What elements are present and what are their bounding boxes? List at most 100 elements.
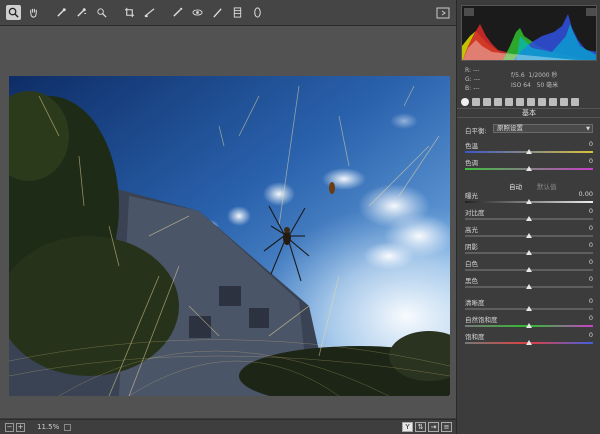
iso-value: ISO 64 — [511, 82, 531, 89]
slider-value[interactable]: 0 — [569, 314, 593, 322]
slider-value[interactable]: 0 — [569, 297, 593, 305]
auto-button[interactable]: 自动 — [509, 181, 522, 191]
graduated-filter-icon[interactable] — [230, 5, 245, 20]
slider-thumb[interactable] — [526, 250, 532, 255]
tab-lens-corrections-icon[interactable] — [516, 97, 524, 106]
slider-track[interactable] — [465, 216, 593, 221]
slider-thumb[interactable] — [526, 233, 532, 238]
b-value: --- — [473, 85, 480, 92]
slider-label: 曝光 — [465, 192, 478, 200]
slider-value[interactable]: 0 — [569, 207, 593, 215]
slider-thumb[interactable] — [526, 340, 532, 345]
crop-icon[interactable] — [122, 5, 137, 20]
slider-thumb[interactable] — [526, 166, 532, 171]
white-balance-icon[interactable] — [54, 5, 69, 20]
slider-track[interactable] — [465, 306, 593, 311]
r-value: --- — [472, 67, 480, 74]
slider-label: 高光 — [465, 226, 478, 234]
slider-label: 阴影 — [465, 243, 478, 251]
slider-thumb[interactable] — [526, 284, 532, 289]
histogram — [461, 5, 597, 61]
view-buttons: Y ⇅ ⇥ ≡ — [402, 422, 452, 432]
slider-track[interactable] — [465, 233, 593, 238]
tab-basic-icon[interactable] — [461, 97, 469, 106]
tab-snapshots-icon[interactable] — [560, 97, 568, 106]
slider-thumb[interactable] — [526, 267, 532, 272]
tab-split-toning-icon[interactable] — [505, 97, 513, 106]
adjustments-panel: R: --- G: --- B: --- f/5.6 1/2000 秒 ISO … — [456, 0, 600, 434]
slider-thumb[interactable] — [526, 199, 532, 204]
slider-value[interactable]: 0 — [569, 275, 593, 283]
tab-hsl-icon[interactable] — [494, 97, 502, 106]
default-button[interactable]: 默认值 — [537, 181, 557, 191]
white-balance-label: 白平衡: — [465, 127, 487, 135]
copy-settings-icon[interactable]: ⇥ — [428, 422, 439, 432]
status-bar: − + 11.5% Y ⇅ ⇥ ≡ — [0, 419, 456, 434]
tab-detail-icon[interactable] — [483, 97, 491, 106]
slider-track[interactable] — [465, 284, 593, 289]
temperature-label: 色温 — [465, 142, 478, 150]
tint-value[interactable]: 0 — [569, 157, 593, 165]
slider-label: 清晰度 — [465, 299, 485, 307]
photo-preview — [9, 76, 450, 396]
tab-camera-calibration-icon[interactable] — [538, 97, 546, 106]
tab-tone-curve-icon[interactable] — [472, 97, 480, 106]
tab-presets-icon[interactable] — [549, 97, 557, 106]
open-preferences-icon[interactable] — [436, 5, 450, 19]
tint-slider[interactable] — [465, 166, 593, 171]
tint-label: 色调 — [465, 159, 478, 167]
radial-filter-icon[interactable] — [250, 5, 265, 20]
g-label: G: — [465, 76, 472, 83]
slider-thumb[interactable] — [526, 149, 532, 154]
slider-value[interactable]: 0 — [569, 258, 593, 266]
straighten-icon[interactable] — [142, 5, 157, 20]
zoom-in-button[interactable]: + — [16, 422, 25, 432]
spot-removal-icon[interactable] — [170, 5, 185, 20]
white-balance-value: 原照设置 — [497, 124, 523, 132]
slider-thumb[interactable] — [526, 323, 532, 328]
chevron-down-icon: ▼ — [586, 126, 590, 132]
slider-track[interactable] — [465, 340, 593, 345]
slider-track[interactable] — [465, 250, 593, 255]
adjustment-brush-icon[interactable] — [210, 5, 225, 20]
hand-tool-icon[interactable] — [26, 5, 41, 20]
toggle-default-icon[interactable]: ≡ — [441, 422, 452, 432]
targeted-adjustment-icon[interactable] — [94, 5, 109, 20]
temperature-slider[interactable] — [465, 149, 593, 154]
color-sampler-icon[interactable] — [74, 5, 89, 20]
slider-value[interactable]: 0 — [569, 331, 593, 339]
slider-label: 黑色 — [465, 277, 478, 285]
red-eye-icon[interactable] — [190, 5, 205, 20]
slider-label: 白色 — [465, 260, 478, 268]
aperture-value: f/5.6 — [511, 72, 525, 79]
slider-value[interactable]: 0 — [569, 241, 593, 249]
swap-settings-icon[interactable]: ⇅ — [415, 422, 426, 432]
b-label: B: — [465, 85, 472, 92]
slider-track[interactable] — [465, 323, 593, 328]
before-after-toggle-button[interactable]: Y — [402, 422, 413, 432]
white-balance-select[interactable]: 原照设置 ▼ — [493, 124, 593, 133]
toolbar — [0, 0, 456, 26]
slider-thumb[interactable] — [526, 306, 532, 311]
temperature-value[interactable]: 0 — [569, 140, 593, 148]
tab-effects-icon[interactable] — [527, 97, 535, 106]
zoom-out-button[interactable]: − — [5, 422, 14, 432]
slider-track[interactable] — [465, 267, 593, 272]
slider-value[interactable]: 0 — [569, 224, 593, 232]
slider-label: 自然饱和度 — [465, 316, 498, 324]
section-title: 基本 — [457, 108, 600, 118]
slider-value[interactable]: 0.00 — [569, 190, 593, 198]
camera-raw-window: − + 11.5% Y ⇅ ⇥ ≡ R: --- G: --- B: --- f… — [0, 0, 600, 434]
slider-track[interactable] — [465, 199, 593, 204]
slider-label: 饱和度 — [465, 333, 485, 341]
zoom-menu-button[interactable] — [64, 423, 72, 431]
slider-label: 对比度 — [465, 209, 485, 217]
r-label: R: — [465, 67, 472, 74]
pixel-readout: R: --- G: --- B: --- f/5.6 1/2000 秒 ISO … — [465, 67, 595, 99]
zoom-tool-icon[interactable] — [6, 5, 21, 20]
image-preview-area[interactable] — [0, 26, 456, 418]
focal-length-value: 50 毫米 — [536, 82, 559, 89]
panel-tabs — [459, 96, 599, 107]
panel-menu-icon[interactable] — [571, 97, 579, 106]
slider-thumb[interactable] — [526, 216, 532, 221]
